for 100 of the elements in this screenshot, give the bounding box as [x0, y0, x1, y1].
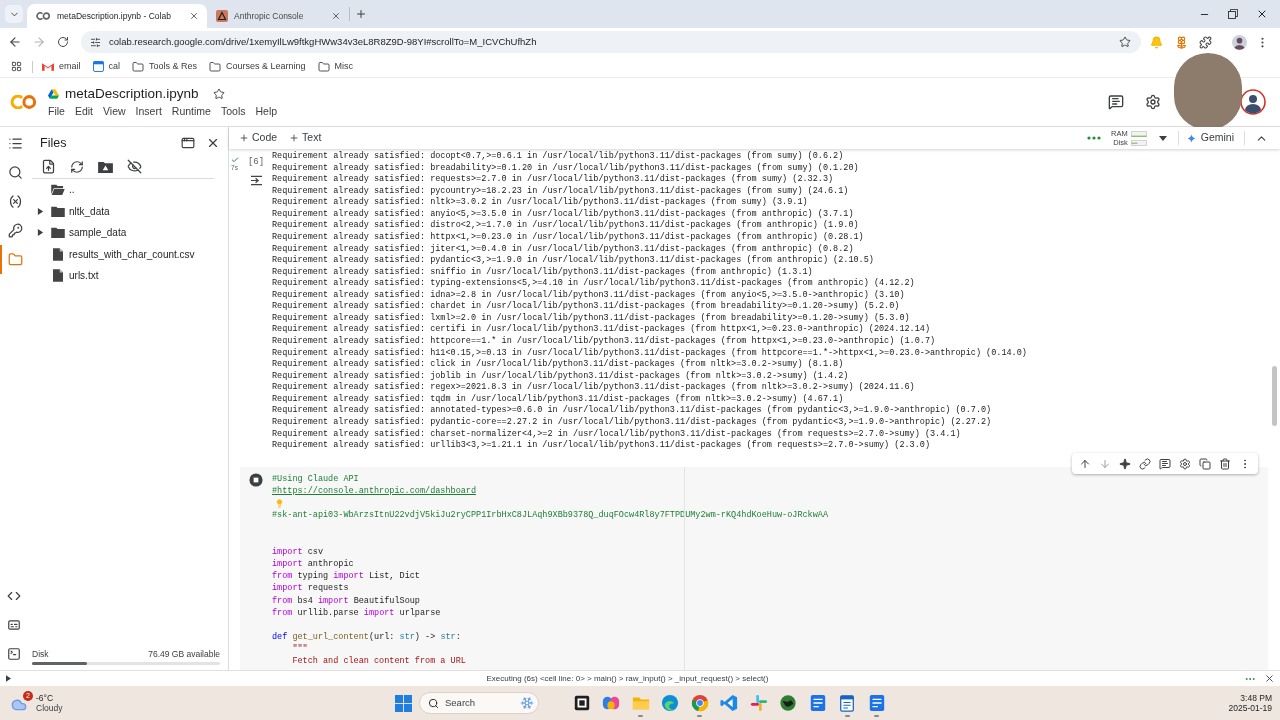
file-tree-item[interactable]: nltk_data — [28, 200, 228, 222]
expand-icon[interactable] — [6, 675, 11, 682]
copy-icon[interactable] — [1199, 457, 1211, 470]
site-info-icon[interactable] — [90, 36, 101, 48]
menu-item[interactable]: View — [98, 105, 131, 118]
file-tree-item[interactable]: urls.txt — [28, 265, 228, 287]
output-toggle-icon[interactable] — [249, 175, 263, 186]
upload-file-icon[interactable] — [41, 159, 56, 174]
output-line: Requirement already satisfied: requests>=2.7.0 in /usr/local/lib/python3.11/dist-packages (from sumy) (2.32.3) — [272, 174, 835, 186]
add-cell-button[interactable]: Code — [235, 129, 282, 147]
search-bar[interactable]: Search — [419, 692, 539, 714]
disk-reading: 76.49 GB available — [148, 649, 220, 660]
meter-icon — [1130, 130, 1147, 137]
drive-folder-icon[interactable] — [98, 160, 113, 173]
bookmark[interactable]: email — [39, 59, 84, 74]
comment-icon[interactable] — [1108, 94, 1124, 110]
menu-item[interactable]: Tools — [215, 105, 251, 118]
folder-icon — [317, 60, 330, 73]
file-tree-item[interactable]: results_with_char_count.csv — [28, 243, 228, 265]
menu-item[interactable]: Runtime — [166, 105, 216, 118]
bookmark[interactable]: Tools & Res — [129, 59, 201, 74]
delete-icon[interactable] — [1219, 457, 1231, 470]
puzzle-icon[interactable] — [1199, 35, 1212, 49]
code-line: Fetch and clean content from a URL — [291, 655, 466, 668]
drive-icon — [48, 89, 59, 99]
browser-tab[interactable]: Anthropic Console — [207, 4, 349, 28]
settings-icon[interactable] — [1179, 457, 1191, 470]
chat-app-icon[interactable] — [749, 694, 768, 712]
apps-grid-icon[interactable] — [11, 61, 22, 72]
bookmark[interactable]: Misc — [314, 59, 357, 74]
menu-item[interactable]: File — [43, 105, 70, 118]
avatar-icon[interactable] — [1232, 34, 1247, 50]
colab-logo-icon[interactable] — [10, 95, 38, 109]
close-icon[interactable] — [1264, 673, 1275, 684]
notebook-title[interactable]: metaDescription.ipynb — [65, 86, 199, 102]
caret-icon[interactable] — [36, 207, 44, 215]
assistant-app-icon[interactable] — [602, 694, 621, 712]
start-icon[interactable] — [395, 694, 412, 712]
stop-icon[interactable] — [249, 472, 263, 487]
output-line: Requirement already satisfied: lxml>=2.0 in /usr/local/lib/python3.11/dist-packages (from breadability>=0.1.20->sumy) (5.3.0) — [272, 312, 911, 324]
document-app-icon[interactable] — [808, 694, 827, 712]
caret-icon[interactable] — [36, 229, 44, 237]
code-line: #sk-ant-api03-WbArzsItnU22vdjV5kiJu2ryCPP1IrbHxC8JLAqh9XBb9378Q_duqFOcw4Rl8y7FTPDUMy2wm-rKQ4hdKoeHuw-oJRckwAA — [272, 509, 828, 522]
star-icon[interactable] — [212, 88, 225, 100]
menu-item[interactable]: Help — [250, 105, 283, 118]
avatar-icon[interactable] — [1240, 89, 1266, 115]
close-icon[interactable] — [331, 11, 341, 21]
status-dots-icon — [1087, 136, 1102, 140]
output-line: Requirement already satisfied: httpx<1,>=0.23.0 in /usr/local/lib/python3.11/dist-packages (from anthropic) (0.28.1) — [272, 231, 865, 244]
browser-icon[interactable] — [661, 694, 680, 712]
folder-icon — [209, 60, 222, 73]
bookmark[interactable]: Courses & Learning — [206, 59, 309, 74]
notepad-icon[interactable] — [838, 694, 857, 712]
file-tree-item[interactable]: .. — [28, 179, 228, 201]
variable-icon — [7, 194, 23, 209]
window-icon[interactable] — [181, 136, 195, 150]
snowflake-icon — [520, 696, 534, 710]
close-icon[interactable] — [206, 136, 220, 150]
search-icon — [7, 165, 23, 180]
output-line: Requirement already satisfied: h11<0.15,>=0.13 in /usr/local/lib/python3.11/dist-packages (from httpcore==1.*->httpx<1,>=0.23.0->anthropic) (0.14.0) — [272, 347, 1027, 359]
menu-item[interactable]: Insert — [130, 105, 167, 118]
globe-app-icon[interactable] — [779, 694, 798, 712]
close-icon[interactable] — [189, 11, 199, 21]
gemini-button[interactable]: Gemini — [1186, 130, 1234, 146]
terminal-icon[interactable] — [7, 646, 21, 661]
code-line: from urllib.parse import urlparse — [272, 606, 441, 619]
scrollbar-thumb[interactable] — [1272, 366, 1277, 426]
code-line: import requests — [272, 582, 349, 595]
sparkle-icon — [1186, 133, 1196, 143]
eye-off-icon[interactable] — [127, 159, 142, 174]
search-field[interactable]: Search — [445, 695, 501, 711]
key-icon — [7, 223, 23, 238]
task-view-icon[interactable] — [572, 694, 591, 712]
flower-icon[interactable] — [1175, 35, 1188, 49]
add-cell-button[interactable]: Text — [285, 129, 326, 147]
new-tab-icon[interactable] — [355, 8, 367, 20]
output-line: Requirement already satisfied: urllib3<3,>=1.21.1 in /usr/local/lib/python3.11/dist-packages (from requests>=2.7.0->sumy) (2.3.0) — [272, 440, 931, 452]
file-tree-item[interactable]: sample_data — [28, 222, 228, 244]
bookmark-star-icon[interactable] — [1119, 36, 1131, 48]
restore-icon[interactable] — [1228, 9, 1238, 19]
code-line: """ — [291, 643, 308, 656]
refresh-icon[interactable] — [70, 159, 84, 174]
back-icon[interactable] — [8, 35, 22, 49]
sparkle-icon[interactable] — [1119, 457, 1131, 470]
close-window-icon[interactable] — [1256, 8, 1268, 20]
move-up-icon[interactable] — [1079, 457, 1091, 470]
caret-icon[interactable] — [1158, 135, 1167, 141]
link-icon[interactable] — [1139, 457, 1151, 470]
code-editor-icon[interactable] — [720, 694, 739, 712]
bookmark[interactable]: cal — [89, 59, 124, 74]
browser-tab[interactable]: metaDescription.ipynb - Colab — [27, 4, 207, 28]
address-bar[interactable]: colab.research.google.com/drive/1xemyIlLw9ftkgHWw34v3eL8R8Z9D-98YI#scrollTo=M_ICVChUfhZh — [81, 31, 1141, 53]
check-icon — [230, 156, 239, 164]
comment-icon[interactable] — [1159, 457, 1171, 470]
settings-icon[interactable] — [1145, 94, 1161, 110]
browser-icon[interactable] — [690, 694, 709, 712]
panel-lines-icon[interactable] — [7, 617, 21, 632]
document-app-icon[interactable] — [867, 694, 886, 712]
menu-item[interactable]: Edit — [69, 105, 98, 118]
reload-icon[interactable] — [57, 36, 69, 48]
